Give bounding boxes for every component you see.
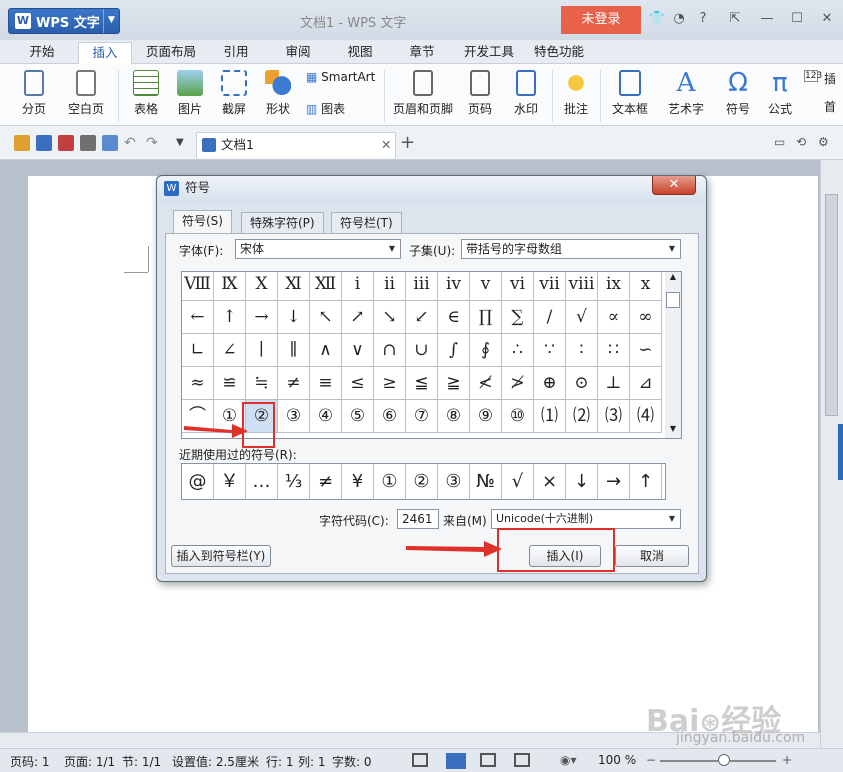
outline-view-icon[interactable]	[480, 753, 496, 767]
red-arrow	[184, 424, 248, 438]
status-col: 列: 1	[298, 755, 326, 769]
zoom-level[interactable]: 100 %	[598, 753, 636, 767]
status-setting: 设置值: 2.5厘米	[172, 755, 259, 769]
full-screen-icon[interactable]	[412, 753, 428, 767]
status-page: 页码: 1	[10, 755, 50, 769]
zoom-slider-thumb[interactable]	[718, 754, 730, 766]
watermark-url: jingyan.baidu.com	[676, 730, 806, 746]
status-pages: 页面: 1/1	[64, 755, 116, 769]
status-section: 节: 1/1	[122, 755, 162, 769]
web-view-icon[interactable]	[514, 753, 530, 767]
annotation-arrows	[184, 424, 502, 557]
zoom-out-icon[interactable]: −	[646, 753, 656, 767]
status-row: 行: 1	[266, 755, 294, 769]
red-arrow	[406, 541, 502, 557]
reading-mode-icon[interactable]: ◉▾	[560, 753, 577, 767]
page-view-icon[interactable]	[446, 753, 466, 769]
status-words: 字数: 0	[332, 755, 372, 769]
zoom-in-icon[interactable]: +	[782, 753, 792, 767]
status-bar: 页码: 1 页面: 1/1 节: 1/1 设置值: 2.5厘米 行: 1 列: …	[0, 748, 843, 772]
